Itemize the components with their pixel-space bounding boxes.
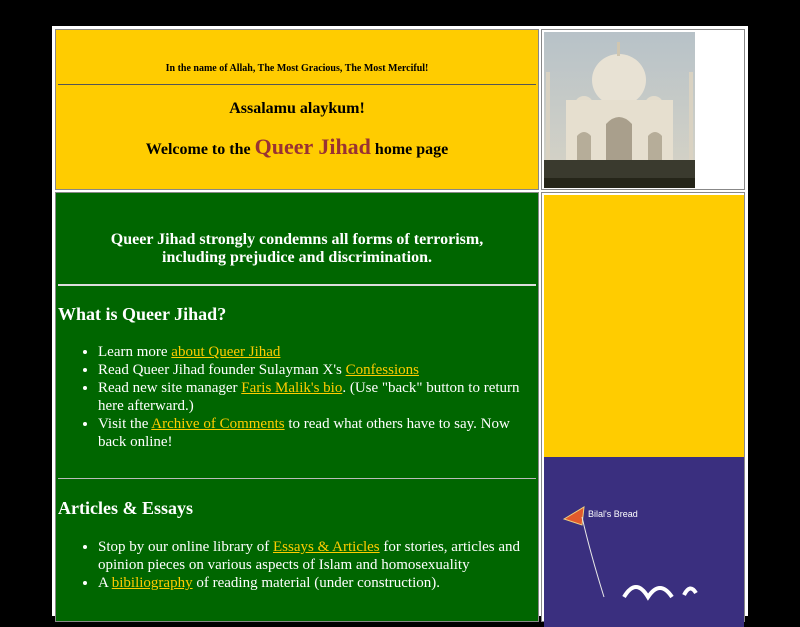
kite-icon xyxy=(562,506,698,601)
section-divider xyxy=(58,478,536,479)
condemnation-line-1: Queer Jihad strongly condemns all forms … xyxy=(110,231,484,248)
list-item: Read Queer Jihad founder Sulayman X's Co… xyxy=(98,361,538,379)
list-item: A bibiliography of reading material (und… xyxy=(98,574,538,592)
book-cover-image[interactable]: Bilal's Bread xyxy=(544,457,744,627)
item-text: of reading material (under construction)… xyxy=(192,575,440,591)
taj-mahal-image xyxy=(544,32,695,188)
item-text: Stop by our online library of xyxy=(98,539,273,555)
book-title: Bilal's Bread xyxy=(588,509,638,519)
mosque-photo-cell xyxy=(541,29,745,190)
bibliography-link[interactable]: bibiliography xyxy=(112,575,193,591)
confessions-link[interactable]: Confessions xyxy=(346,362,419,378)
about-link[interactable]: about Queer Jihad xyxy=(171,344,280,360)
header-panel: In the name of Allah, The Most Gracious,… xyxy=(55,29,539,190)
header-divider xyxy=(58,84,536,85)
comments-archive-link[interactable]: Archive of Comments xyxy=(151,416,284,432)
articles-heading: Articles & Essays xyxy=(58,498,193,518)
what-is-heading: What is Queer Jihad? xyxy=(58,304,227,324)
what-is-list: Learn more about Queer Jihad Read Queer … xyxy=(58,343,538,451)
essays-link[interactable]: Essays & Articles xyxy=(273,539,380,555)
item-text: Read new site manager xyxy=(98,380,242,396)
condemnation-statement: Queer Jihad strongly condemns all forms … xyxy=(56,231,538,267)
item-text: A xyxy=(98,575,112,591)
item-text: Visit the xyxy=(98,416,152,432)
welcome-prefix: Welcome to the xyxy=(145,141,251,158)
list-item: Visit the Archive of Comments to read wh… xyxy=(98,415,538,451)
welcome-suffix: home page xyxy=(374,141,449,158)
section-divider xyxy=(58,284,536,286)
brand-name: Queer Jihad xyxy=(254,134,371,159)
condemnation-line-2: including prejudice and discrimination. xyxy=(162,249,432,266)
list-item: Learn more about Queer Jihad xyxy=(98,343,538,361)
page-frame: In the name of Allah, The Most Gracious,… xyxy=(52,26,748,627)
main-content-panel: Queer Jihad strongly condemns all forms … xyxy=(55,192,539,622)
articles-list: Stop by our online library of Essays & A… xyxy=(58,538,538,592)
welcome-line: Welcome to the Queer Jihad home page xyxy=(56,134,538,160)
list-item: Read new site manager Faris Malik's bio.… xyxy=(98,379,538,415)
blessing-text: In the name of Allah, The Most Gracious,… xyxy=(165,63,429,74)
sidebar-yellow-block xyxy=(544,195,744,457)
item-text: Read Queer Jihad founder Sulayman X's xyxy=(98,362,346,378)
sidebar-panel: Bilal's Bread xyxy=(541,192,745,627)
item-text: Learn more xyxy=(98,344,172,360)
bio-link[interactable]: Faris Malik's bio xyxy=(241,380,342,396)
greeting-text: Assalamu alaykum! xyxy=(229,100,365,117)
list-item: Stop by our online library of Essays & A… xyxy=(98,538,538,574)
